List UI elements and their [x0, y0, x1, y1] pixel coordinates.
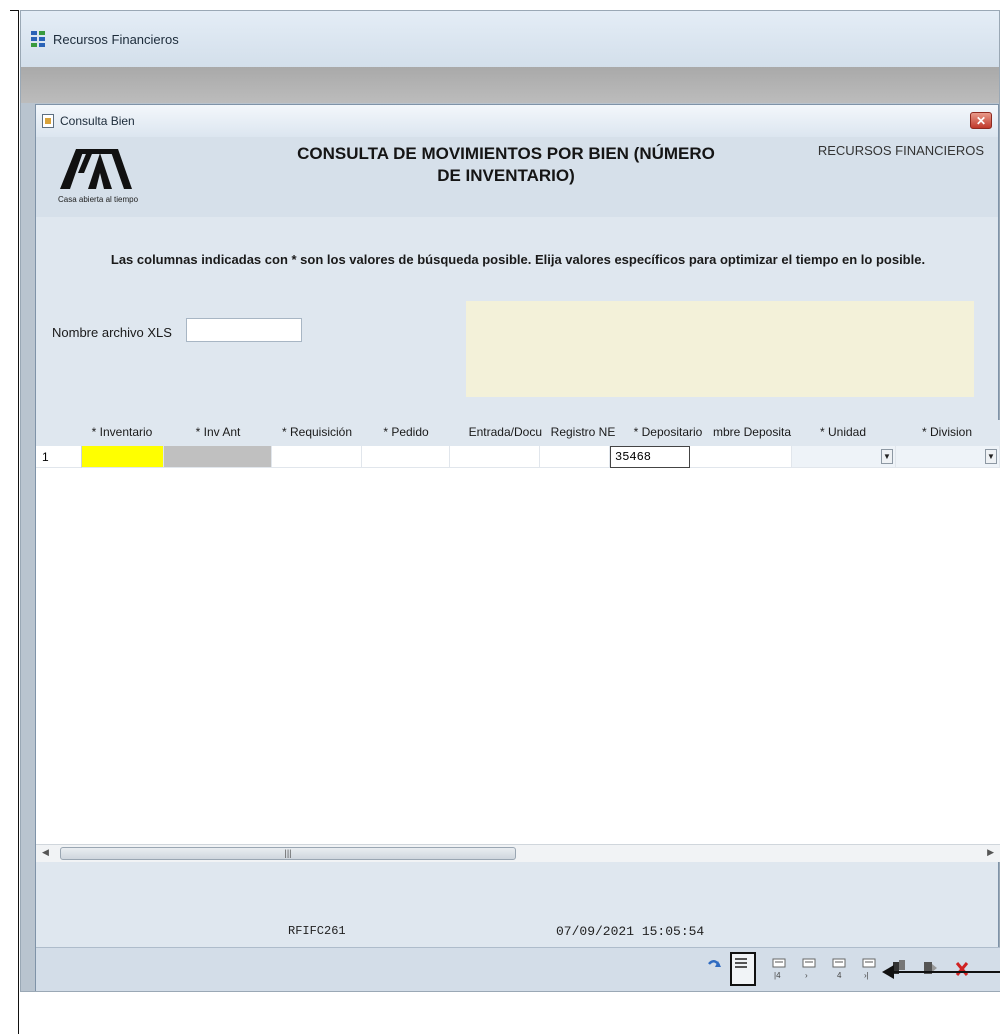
column-header-inventario[interactable]: * Inventario — [80, 425, 164, 439]
column-header-requisicion[interactable]: * Requisición — [272, 425, 362, 439]
first-record-icon[interactable]: |4 — [770, 956, 790, 980]
report-title: CONSULTA DE MOVIMIENTOS POR BIEN (NÚMERO… — [266, 143, 746, 187]
horizontal-scrollbar[interactable]: ◀ ||| ▶ — [36, 844, 1000, 862]
grid-header: * Inventario * Inv Ant * Requisición * P… — [36, 420, 1000, 446]
app-window: Recursos Financieros Consulta Bien ✕ Cas… — [20, 10, 1000, 992]
report-title-line1: CONSULTA DE MOVIMIENTOS POR BIEN (NÚMERO — [297, 144, 715, 163]
close-icon[interactable] — [952, 956, 972, 980]
column-header-entrada[interactable]: Entrada/Docu — [452, 425, 542, 439]
bottom-toolbar: |4 › 4 ›| — [36, 947, 1000, 991]
screenshot-page: Recursos Financieros Consulta Bien ✕ Cas… — [0, 0, 1000, 1034]
chevron-down-icon[interactable]: ▼ — [881, 449, 893, 464]
svg-text:4: 4 — [837, 971, 842, 980]
exit-view-icon[interactable] — [920, 956, 940, 980]
results-grid: * Inventario * Inv Ant * Requisición * P… — [36, 420, 1000, 844]
annotation-arrow-head — [882, 965, 894, 979]
column-header-inv-ant[interactable]: * Inv Ant — [164, 425, 272, 439]
row-number: 1 — [36, 446, 82, 468]
scrollbar-thumb[interactable]: ||| — [60, 847, 516, 860]
last-record-icon[interactable]: ›| — [860, 956, 880, 980]
cell-requisicion[interactable] — [272, 446, 362, 468]
column-header-registro-ne[interactable]: Registro NE — [542, 425, 624, 439]
svg-text:›: › — [805, 971, 808, 980]
logo-tagline: Casa abierta al tiempo — [58, 195, 139, 204]
dialog-close-button[interactable]: ✕ — [970, 112, 992, 129]
annotation-arrow — [888, 971, 1000, 973]
scroll-left-icon[interactable]: ◀ — [42, 847, 49, 858]
dialog-titlebar[interactable]: Consulta Bien ✕ — [36, 105, 998, 137]
refresh-icon[interactable] — [704, 956, 724, 980]
prev-record-icon[interactable]: › — [800, 956, 820, 980]
svg-text:|4: |4 — [774, 971, 781, 980]
column-header-pedido[interactable]: * Pedido — [362, 425, 450, 439]
chevron-down-icon[interactable]: ▼ — [985, 449, 997, 464]
timestamp: 07/09/2021 15:05:54 — [556, 924, 705, 939]
screen-code: RFIFC261 — [288, 924, 346, 938]
cell-division-select[interactable]: ▼ — [896, 446, 1000, 468]
cell-nombre-depositario[interactable] — [690, 446, 792, 468]
table-row: 1 35468 ▼ ▼ — [36, 446, 1000, 468]
message-panel — [466, 301, 974, 397]
column-header-depositario[interactable]: * Depositario — [624, 425, 712, 439]
uam-logo: Casa abierta al tiempo — [54, 143, 144, 209]
column-header-nombre-depositario[interactable]: mbre Deposita — [712, 425, 792, 439]
cell-depositario-input[interactable]: 35468 — [610, 446, 690, 468]
column-header-unidad[interactable]: * Unidad — [792, 425, 894, 439]
xls-filename-label: Nombre archivo XLS — [52, 325, 172, 340]
app-icon — [31, 31, 47, 47]
scroll-right-icon[interactable]: ▶ — [987, 847, 994, 858]
search-instructions: Las columnas indicadas con * son los val… — [110, 252, 926, 267]
column-header-division[interactable]: * Division — [894, 425, 1000, 439]
cell-pedido[interactable] — [362, 446, 450, 468]
svg-text:›|: ›| — [864, 971, 869, 980]
app-menu-band — [21, 67, 999, 103]
dialog-title: Consulta Bien — [60, 114, 135, 128]
report-title-line2: DE INVENTARIO) — [437, 166, 575, 185]
document-icon — [42, 114, 54, 128]
report-icon[interactable] — [730, 952, 756, 986]
cell-inventario[interactable] — [82, 446, 164, 468]
cell-entrada[interactable] — [450, 446, 540, 468]
next-record-icon[interactable]: 4 — [830, 956, 850, 980]
xls-filename-input[interactable] — [186, 318, 302, 342]
cell-inv-ant[interactable] — [164, 446, 272, 468]
app-titlebar[interactable]: Recursos Financieros — [21, 11, 999, 67]
cell-registro-ne[interactable] — [540, 446, 610, 468]
uam-logo-mark — [60, 149, 132, 189]
report-header: Casa abierta al tiempo CONSULTA DE MOVIM… — [36, 137, 998, 217]
consulta-bien-dialog: Consulta Bien ✕ Casa abierta al tiempo C… — [35, 104, 1000, 991]
cell-unidad-select[interactable]: ▼ — [792, 446, 896, 468]
page-margin-line — [18, 10, 19, 1034]
organization-label: RECURSOS FINANCIEROS — [817, 143, 984, 158]
app-title: Recursos Financieros — [53, 31, 179, 47]
